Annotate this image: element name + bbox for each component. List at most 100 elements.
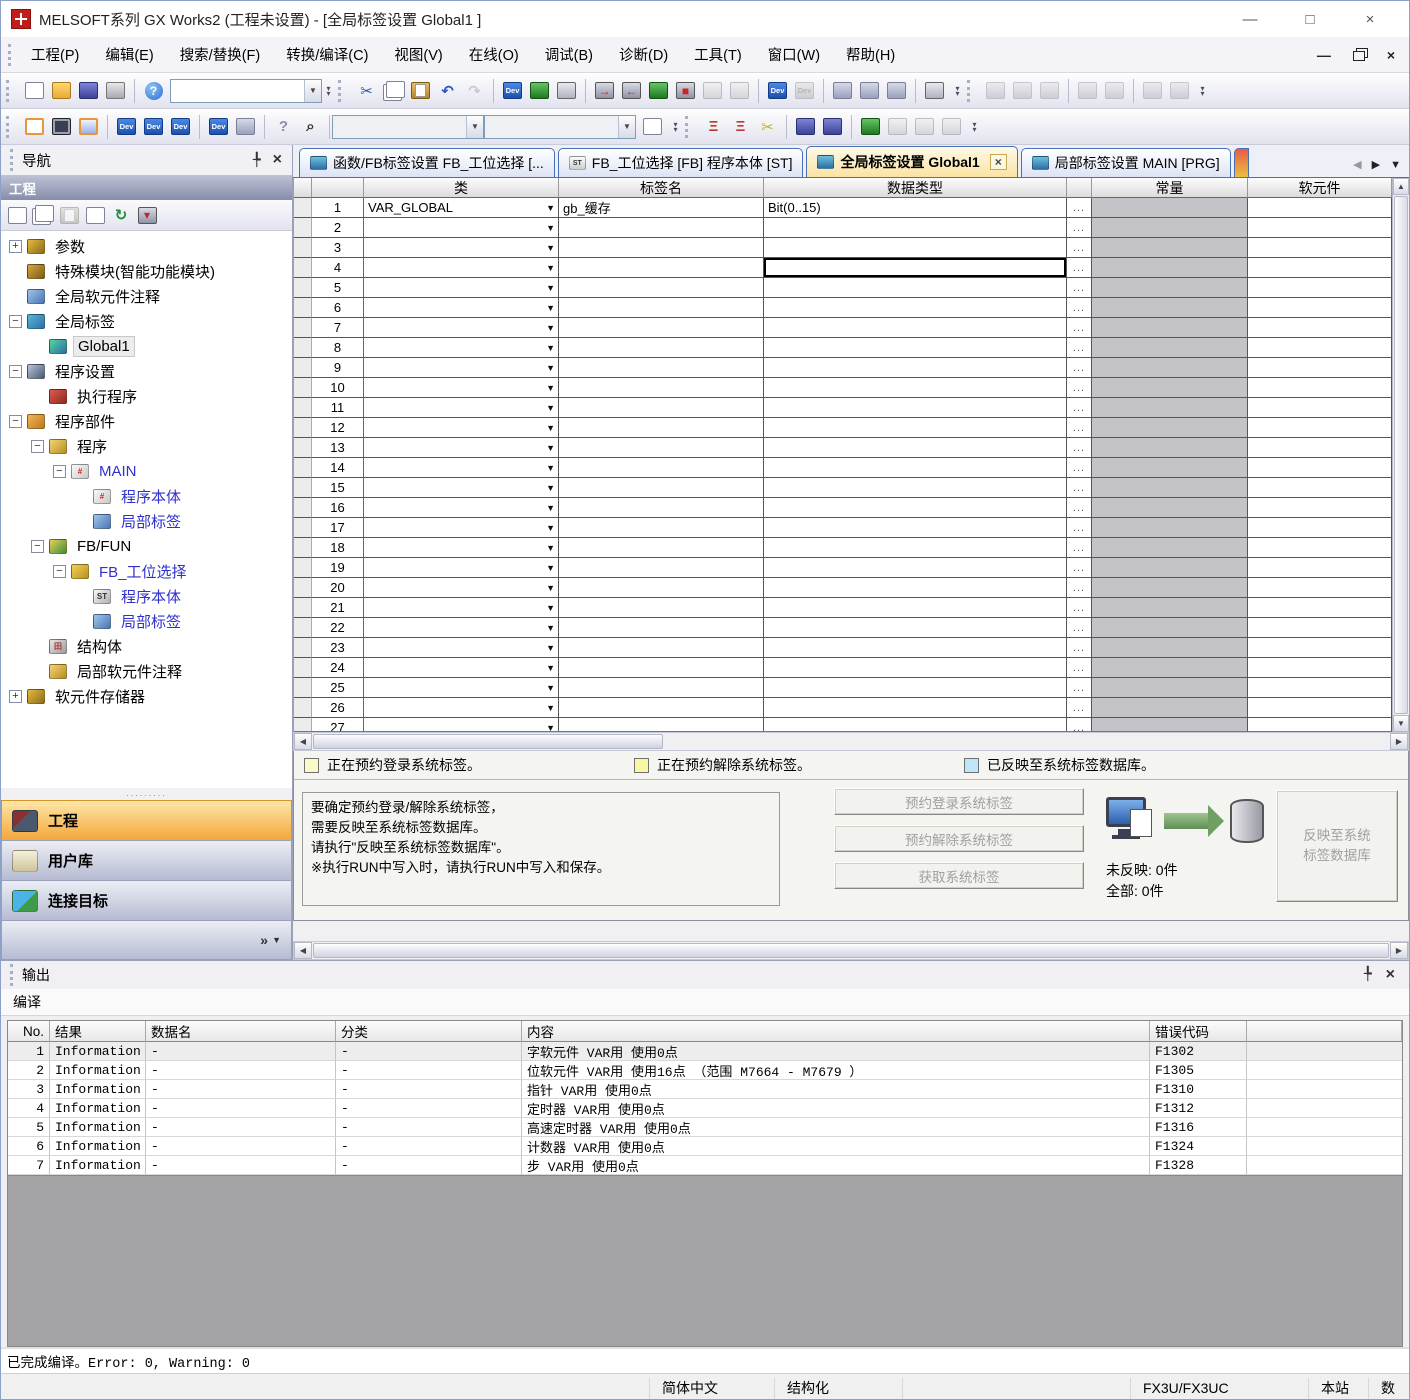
output-column-blank[interactable] <box>1247 1021 1402 1042</box>
nav-pin-icon[interactable]: ╄ <box>253 152 261 168</box>
menu-item-4[interactable]: 视图(V) <box>383 40 453 69</box>
row-number[interactable]: 15 <box>312 478 364 498</box>
note-edit-icon[interactable] <box>884 78 909 103</box>
new-project-icon[interactable] <box>22 78 47 103</box>
tree-item-局部标签[interactable]: 局部标签 <box>1 509 292 534</box>
cell-class[interactable]: ▼ <box>364 518 559 538</box>
cell-device[interactable] <box>1248 558 1392 578</box>
cell-label-name[interactable] <box>559 438 764 458</box>
cell-data-type[interactable] <box>764 518 1067 538</box>
tree-item-程序[interactable]: −程序 <box>1 434 292 459</box>
window-close-icon[interactable] <box>939 114 964 139</box>
collapse-icon[interactable]: − <box>31 540 44 553</box>
device-comment-icon[interactable]: Dev <box>114 114 139 139</box>
row-number[interactable]: 18 <box>312 538 364 558</box>
cell-class[interactable]: ▼ <box>364 638 559 658</box>
menu-item-5[interactable]: 在线(O) <box>458 40 530 69</box>
tab-scroll-right-icon[interactable]: ▶ <box>1372 158 1380 171</box>
cell-class[interactable]: ▼ <box>364 318 559 338</box>
print-icon[interactable] <box>103 78 128 103</box>
cell-label-name[interactable] <box>559 638 764 658</box>
nav-pane-连接目标[interactable]: 连接目标 <box>1 880 292 920</box>
menu-item-0[interactable]: 工程(P) <box>20 40 90 69</box>
register-fb-icon[interactable] <box>793 114 818 139</box>
work-window-icon[interactable] <box>76 114 101 139</box>
cell-data-type[interactable] <box>764 598 1067 618</box>
output-row[interactable]: 5Information--高速定时器 VAR用 使用0点F1316 <box>8 1118 1402 1137</box>
row-number[interactable]: 2 <box>312 218 364 238</box>
help-icon[interactable]: ? <box>141 78 166 103</box>
cell-label-name[interactable] <box>559 278 764 298</box>
project-selector[interactable]: ▼ <box>170 79 322 103</box>
data-type-browse-button[interactable]: ... <box>1067 518 1092 538</box>
data-type-browse-button[interactable]: ... <box>1067 498 1092 518</box>
ladder-coil-icon[interactable] <box>1010 78 1035 103</box>
cell-label-name[interactable] <box>559 238 764 258</box>
tree-item-FB_工位选择[interactable]: −FB_工位选择 <box>1 559 292 584</box>
cell-data-type[interactable] <box>764 378 1067 398</box>
cell-class[interactable]: ▼ <box>364 498 559 518</box>
cell-data-type[interactable] <box>764 438 1067 458</box>
monitor-start-icon[interactable] <box>646 78 671 103</box>
nav-sort-icon[interactable]: ▾ <box>135 203 159 227</box>
cell-device[interactable] <box>1248 238 1392 258</box>
cell-device[interactable] <box>1248 678 1392 698</box>
scroll-right-icon[interactable]: ▶ <box>1390 733 1408 750</box>
cell-class[interactable]: ▼ <box>364 438 559 458</box>
help2-icon[interactable]: ? <box>271 114 296 139</box>
cell-label-name[interactable] <box>559 378 764 398</box>
nav-splitter[interactable]: ......... <box>1 788 292 800</box>
tree-item-全局标签[interactable]: −全局标签 <box>1 309 292 334</box>
cell-data-type[interactable] <box>764 698 1067 718</box>
cell-class[interactable]: ▼ <box>364 658 559 678</box>
cell-class[interactable]: ▼ <box>364 458 559 478</box>
data-type-browse-button[interactable]: ... <box>1067 438 1092 458</box>
insert-row-below-icon[interactable]: Ξ <box>728 114 753 139</box>
cell-data-type[interactable] <box>764 338 1067 358</box>
cell-class[interactable]: ▼ <box>364 218 559 238</box>
system-label-button-2[interactable]: 获取系统标签 <box>834 862 1084 889</box>
trace-start-icon[interactable] <box>1102 78 1127 103</box>
cell-class[interactable]: ▼ <box>364 538 559 558</box>
chevron-down-icon[interactable]: ▼ <box>546 363 555 373</box>
cell-label-name[interactable] <box>559 558 764 578</box>
mdi-close-button[interactable]: × <box>1387 47 1395 63</box>
column-header-blank[interactable] <box>1067 178 1092 198</box>
data-type-browse-button[interactable]: ... <box>1067 218 1092 238</box>
cell-device[interactable] <box>1248 258 1392 278</box>
open-project-icon[interactable] <box>49 78 74 103</box>
cell-data-type[interactable] <box>764 358 1067 378</box>
cell-data-type[interactable] <box>764 618 1067 638</box>
data-type-browse-button[interactable]: ... <box>1067 598 1092 618</box>
device-display-icon[interactable]: Dev <box>765 78 790 103</box>
device-find-icon[interactable]: Dev <box>500 78 525 103</box>
column-header-软元件[interactable]: 软元件 <box>1248 178 1392 198</box>
cell-class[interactable]: ▼ <box>364 578 559 598</box>
scroll-left-icon[interactable]: ◀ <box>294 942 312 959</box>
cell-device[interactable] <box>1248 718 1392 732</box>
output-row[interactable]: 1Information--字软元件 VAR用 使用0点F1302 <box>8 1042 1402 1061</box>
collapse-icon[interactable]: − <box>53 465 66 478</box>
row-number[interactable]: 25 <box>312 678 364 698</box>
tab-partial[interactable] <box>1234 148 1249 177</box>
collapse-icon[interactable]: − <box>9 415 22 428</box>
cell-label-name[interactable] <box>559 258 764 278</box>
row-number[interactable]: 14 <box>312 458 364 478</box>
tree-item-全局软元件注释[interactable]: 全局软元件注释 <box>1 284 292 309</box>
window-next-icon[interactable] <box>912 114 937 139</box>
save-project-icon[interactable] <box>76 78 101 103</box>
sampling-wave-icon[interactable] <box>1167 78 1192 103</box>
output-column-No.[interactable]: No. <box>8 1021 50 1042</box>
data-type-browse-button[interactable]: ... <box>1067 558 1092 578</box>
read-from-plc-icon[interactable]: ← <box>619 78 644 103</box>
nav-property-icon[interactable] <box>83 203 107 227</box>
data-type-browse-button[interactable]: ... <box>1067 458 1092 478</box>
monitor-pause-icon[interactable] <box>700 78 725 103</box>
cell-device[interactable] <box>1248 278 1392 298</box>
tree-item-MAIN[interactable]: −#MAIN <box>1 459 292 484</box>
statement-edit-icon[interactable] <box>857 78 882 103</box>
cell-class[interactable]: ▼ <box>364 618 559 638</box>
chevron-down-icon[interactable]: ▼ <box>546 443 555 453</box>
cell-device[interactable] <box>1248 438 1392 458</box>
editor-hscroll-thumb[interactable] <box>313 943 1389 958</box>
